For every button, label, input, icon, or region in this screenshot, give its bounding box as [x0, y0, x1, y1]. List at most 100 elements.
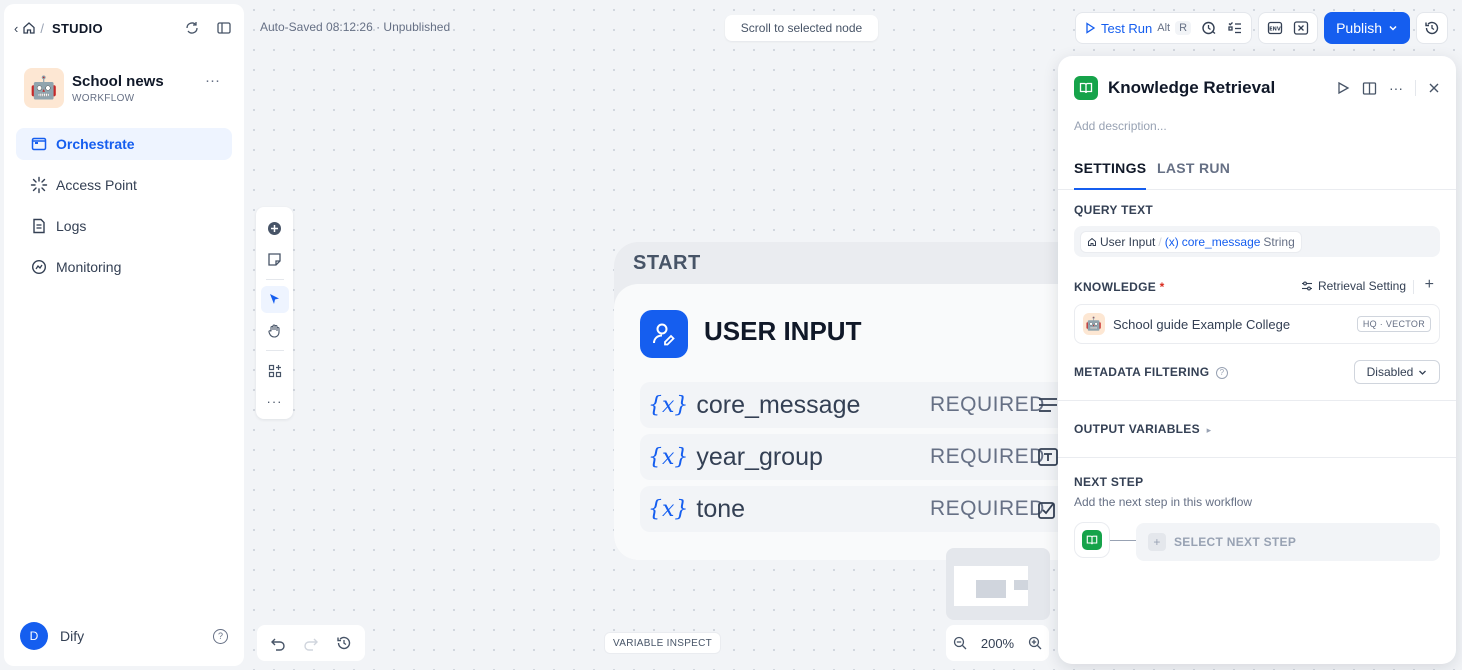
run-tools-group: Test Run Alt R [1074, 12, 1253, 44]
tab-last-run[interactable]: LAST RUN [1157, 160, 1230, 190]
zoom-level[interactable]: 200% [981, 636, 1014, 651]
breadcrumb-studio[interactable]: STUDIO [52, 21, 103, 36]
help-icon[interactable]: ? [213, 628, 228, 644]
next-step-description: Add the next step in this workflow [1074, 495, 1253, 509]
input-variable-row[interactable]: {x} tone REQUIRED [640, 486, 1094, 532]
more-options-icon[interactable]: ··· [1389, 80, 1403, 96]
variable-name: year_group [696, 442, 823, 471]
back-icon[interactable]: ‹ [14, 21, 18, 36]
variable-icon: {x} [648, 444, 689, 470]
app-info[interactable]: 🤖 School news WORKFLOW ··· [24, 68, 228, 108]
minimap[interactable] [946, 548, 1050, 620]
scroll-to-selected-button[interactable]: Scroll to selected node [725, 15, 878, 41]
minimap-node [1014, 580, 1028, 590]
description-input[interactable]: Add description... [1074, 119, 1167, 133]
output-variables-toggle[interactable]: OUTPUT VARIABLES ▸ [1074, 422, 1211, 436]
sidebar-item-monitoring[interactable]: Monitoring [16, 251, 232, 283]
current-node-icon [1074, 522, 1110, 558]
sidebar-item-label: Access Point [56, 177, 137, 193]
app-name: School news [72, 72, 164, 90]
logs-icon [30, 218, 48, 234]
organize-icon [268, 364, 281, 377]
collapse-sidebar-icon[interactable] [216, 20, 232, 36]
query-variable-field[interactable]: User Input / (x) core_message String [1074, 226, 1440, 257]
user-input-icon [640, 310, 688, 358]
help-doc-icon[interactable] [1362, 81, 1377, 96]
more-icon: ··· [266, 394, 283, 410]
close-icon[interactable] [1428, 82, 1440, 94]
run-node-icon[interactable] [1336, 81, 1350, 95]
env-variables-icon[interactable]: ENV [1267, 20, 1283, 36]
knowledge-item[interactable]: 🤖 School guide Example College HQ · VECT… [1074, 304, 1440, 344]
organize-nodes-button[interactable] [261, 357, 289, 384]
user-input-title: USER INPUT [704, 316, 862, 346]
history-icon[interactable] [336, 635, 352, 651]
required-mark: * [1159, 280, 1165, 294]
zoom-in-icon[interactable] [1028, 636, 1042, 650]
divider [1413, 280, 1414, 294]
panel-title[interactable]: Knowledge Retrieval [1108, 78, 1275, 98]
metadata-filtering-select[interactable]: Disabled [1354, 360, 1440, 384]
sidebar: ‹ / STUDIO 🤖 School news WORKFLOW ··· Or [4, 4, 244, 666]
required-badge: REQUIRED [930, 393, 1045, 416]
undo-icon[interactable] [270, 635, 286, 651]
panel-tabs: SETTINGS LAST RUN [1058, 156, 1456, 190]
source-node-name: User Input [1100, 234, 1156, 249]
app-type: WORKFLOW [72, 92, 135, 104]
user-name[interactable]: Dify [60, 628, 84, 644]
sidebar-item-logs[interactable]: Logs [16, 210, 232, 242]
version-history-button[interactable] [1416, 12, 1448, 44]
checkbox-icon [1038, 502, 1055, 519]
shortcut-key: R [1175, 21, 1192, 35]
app-avatar: 🤖 [24, 68, 64, 108]
home-icon[interactable] [22, 21, 36, 35]
test-run-label: Test Run [1100, 20, 1153, 36]
sidebar-item-access-point[interactable]: Access Point [16, 169, 232, 201]
sync-icon[interactable] [184, 20, 200, 36]
index-badge: HQ · VECTOR [1356, 316, 1431, 332]
chevron-down-icon [1389, 25, 1397, 31]
next-step-label: NEXT STEP [1074, 475, 1144, 489]
avatar[interactable]: D [20, 622, 48, 650]
input-variable-row[interactable]: {x} year_group REQUIRED [640, 434, 1094, 480]
add-node-button[interactable] [261, 215, 289, 242]
add-knowledge-icon[interactable]: + [1425, 276, 1434, 294]
run-history-icon[interactable] [1201, 20, 1217, 36]
toolbar-divider [265, 350, 284, 351]
retrieval-setting-button[interactable]: Retrieval Setting [1301, 279, 1406, 293]
user-input-block: USER INPUT {x} core_message REQUIRED {x}… [614, 284, 1094, 560]
select-next-step-button[interactable]: + SELECT NEXT STEP [1136, 523, 1440, 561]
sidebar-item-orchestrate[interactable]: Orchestrate [16, 128, 232, 160]
tab-settings[interactable]: SETTINGS [1074, 160, 1147, 190]
sidebar-nav: Orchestrate Access Point Logs Monitoring [16, 128, 232, 292]
help-icon[interactable]: ? [1216, 366, 1229, 379]
node-settings-panel: Knowledge Retrieval ··· Add description.… [1058, 56, 1456, 664]
knowledge-label: KNOWLEDGE * [1074, 280, 1165, 294]
hand-mode-button[interactable] [261, 317, 289, 344]
sidebar-item-label: Monitoring [56, 259, 122, 275]
header-actions: Test Run Alt R ENV Publish [1074, 12, 1448, 44]
zoom-out-icon[interactable] [953, 636, 967, 650]
publish-button[interactable]: Publish [1324, 12, 1410, 44]
breadcrumb-separator: / [40, 20, 44, 36]
variable-inspect-button[interactable]: VARIABLE INSPECT [604, 632, 722, 654]
redo-icon[interactable] [303, 635, 319, 651]
orchestrate-icon [30, 136, 48, 152]
home-icon [1088, 237, 1096, 246]
metadata-filtering-label: METADATA FILTERING ? [1074, 365, 1229, 379]
more-tools-button[interactable]: ··· [261, 388, 289, 415]
env-tools-group: ENV [1258, 12, 1319, 44]
minimap-node [976, 580, 1006, 598]
input-variable-row[interactable]: {x} core_message REQUIRED [640, 382, 1094, 428]
checklist-icon[interactable] [1227, 20, 1243, 36]
conversation-variables-icon[interactable] [1293, 20, 1309, 36]
start-node[interactable]: START USER INPUT {x} core_message REQUIR… [614, 242, 1094, 560]
app-more-icon[interactable]: ··· [205, 72, 220, 89]
test-run-button[interactable]: Test Run Alt R [1084, 20, 1192, 36]
pointer-mode-button[interactable] [260, 286, 289, 314]
add-circle-icon [268, 222, 281, 235]
panel-header: Knowledge Retrieval ··· [1074, 76, 1440, 100]
retrieval-setting-label: Retrieval Setting [1317, 279, 1406, 293]
add-note-button[interactable] [261, 246, 289, 273]
metadata-label-text: METADATA FILTERING [1074, 365, 1210, 379]
